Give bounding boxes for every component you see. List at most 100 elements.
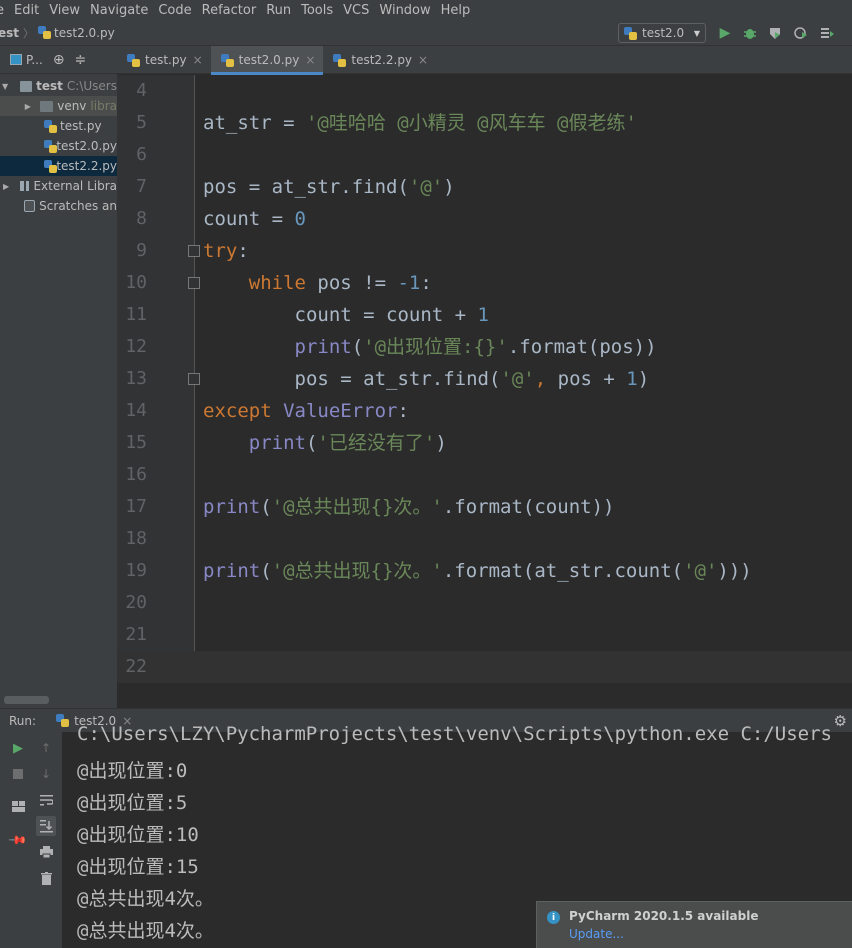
debug-icon[interactable] bbox=[741, 24, 759, 42]
tree-item-root[interactable]: ▼ test C:\Users bbox=[0, 76, 117, 96]
close-icon[interactable]: × bbox=[193, 53, 203, 67]
layout-icon[interactable] bbox=[10, 798, 26, 814]
line-number: 11 bbox=[125, 304, 147, 325]
line-number: 20 bbox=[125, 592, 147, 613]
code-line: count = 0 bbox=[203, 208, 306, 230]
chevron-right-icon: ▶ bbox=[2, 181, 10, 191]
line-number: 21 bbox=[125, 624, 147, 645]
stop-icon[interactable] bbox=[10, 766, 26, 782]
fold-marker-icon[interactable] bbox=[188, 277, 200, 289]
code-line: print('@出现位置:{}'.format(pos)) bbox=[294, 336, 657, 358]
tree-file-label: test2.0.py bbox=[56, 139, 117, 153]
console-line: @出现位置:10 bbox=[77, 824, 199, 846]
tree-item-venv[interactable]: ▶ venv libra bbox=[0, 96, 117, 116]
fold-marker-icon[interactable] bbox=[188, 373, 200, 385]
tree-item-scratches[interactable]: Scratches an bbox=[0, 196, 117, 216]
breadcrumb-separator: 〉 bbox=[23, 26, 35, 40]
menu-help[interactable]: Help bbox=[436, 3, 476, 18]
line-number: 12 bbox=[125, 336, 147, 357]
menu-view[interactable]: View bbox=[44, 3, 85, 18]
project-tree: ▼ test C:\Users ▶ venv libra test.py tes… bbox=[0, 74, 117, 708]
close-icon[interactable]: × bbox=[418, 53, 428, 67]
rerun-icon[interactable]: ▶ bbox=[10, 740, 26, 756]
tree-item-file-selected[interactable]: test2.2.py bbox=[0, 156, 117, 176]
collapse-icon[interactable]: ≑ bbox=[75, 52, 87, 68]
current-line-highlight bbox=[117, 651, 852, 683]
code-line: pos = at_str.find('@') bbox=[203, 176, 455, 198]
soft-wrap-icon[interactable] bbox=[38, 792, 54, 808]
code-line: print('已经没有了') bbox=[248, 432, 447, 454]
breadcrumb-file[interactable]: test2.0.py bbox=[54, 26, 115, 40]
breadcrumb: est 〉 test2.0.py bbox=[0, 25, 115, 41]
code-line: pos = at_str.find('@', pos + 1) bbox=[203, 368, 650, 390]
coverage-icon[interactable] bbox=[766, 24, 784, 42]
chevron-right-icon: ▶ bbox=[24, 101, 31, 111]
python-file-icon bbox=[333, 53, 347, 67]
run-icon[interactable]: ▶ bbox=[716, 24, 734, 42]
console-line: @总共出现4次。 bbox=[77, 888, 214, 910]
folder-icon bbox=[20, 80, 33, 92]
tree-venv-hint: libra bbox=[90, 99, 117, 113]
tab-label: test.py bbox=[145, 53, 187, 67]
horizontal-scrollbar[interactable] bbox=[4, 696, 49, 704]
print-icon[interactable] bbox=[38, 844, 54, 860]
python-file-icon bbox=[44, 119, 57, 133]
folder-icon bbox=[39, 100, 54, 112]
tab-label: test2.2.py bbox=[351, 53, 413, 67]
run-panel-label: Run: bbox=[9, 713, 37, 728]
code-line: try: bbox=[203, 240, 249, 262]
tree-item-file[interactable]: test.py bbox=[0, 116, 117, 136]
code-line: count = count + 1 bbox=[203, 304, 490, 326]
run-configuration-select[interactable]: test2.0 ▼ bbox=[618, 23, 706, 43]
menu-navigate[interactable]: Navigate bbox=[85, 3, 153, 18]
tab-test2-2-py[interactable]: test2.2.py × bbox=[323, 46, 436, 74]
breadcrumb-project[interactable]: est bbox=[0, 26, 19, 40]
scroll-up-icon[interactable]: ↑ bbox=[38, 740, 54, 756]
menu-refactor[interactable]: Refactor bbox=[197, 3, 262, 18]
locate-icon[interactable]: ⊕ bbox=[53, 52, 65, 68]
line-number: 16 bbox=[125, 464, 147, 485]
project-panel-title[interactable]: P... bbox=[26, 53, 43, 67]
project-view-icon[interactable] bbox=[10, 54, 22, 65]
line-number: 13 bbox=[125, 368, 147, 389]
update-link[interactable]: Update... bbox=[569, 927, 624, 941]
line-number: 14 bbox=[125, 400, 147, 421]
line-number: 4 bbox=[136, 80, 147, 101]
scroll-to-end-icon[interactable] bbox=[36, 816, 56, 836]
tree-venv-label: venv bbox=[57, 99, 87, 113]
tree-item-external-libraries[interactable]: ▶ External Libra bbox=[0, 176, 117, 196]
close-icon[interactable]: × bbox=[305, 53, 315, 67]
trash-icon[interactable] bbox=[38, 870, 54, 886]
tab-test-py[interactable]: test.py × bbox=[117, 46, 211, 74]
run-list-icon[interactable] bbox=[818, 24, 836, 42]
tree-scratches-label: Scratches an bbox=[39, 199, 117, 213]
menu-window[interactable]: Window bbox=[374, 3, 435, 18]
tab-label: test2.0.py bbox=[238, 53, 300, 67]
fold-marker-icon[interactable] bbox=[188, 245, 200, 257]
line-number: 8 bbox=[136, 208, 147, 229]
profile-icon[interactable] bbox=[792, 24, 810, 42]
menu-tools[interactable]: Tools bbox=[296, 3, 338, 18]
scroll-down-icon[interactable]: ↓ bbox=[38, 766, 54, 782]
code-line: print('@总共出现{}次。'.format(at_str.count('@… bbox=[203, 560, 752, 582]
python-file-icon bbox=[624, 26, 637, 40]
gear-icon[interactable]: ⚙ bbox=[834, 712, 847, 730]
line-number: 5 bbox=[136, 112, 147, 133]
menu-vcs[interactable]: VCS bbox=[338, 3, 374, 18]
project-panel-header: P... ⊕ ≑ bbox=[0, 46, 117, 74]
menu-run[interactable]: Run bbox=[261, 3, 296, 18]
code-line: at_str = '@哇哈哈 @小精灵 @风车车 @假老练' bbox=[203, 112, 637, 134]
pin-icon[interactable]: 📌 bbox=[7, 829, 30, 852]
tab-test2-0-py[interactable]: test2.0.py × bbox=[210, 46, 324, 75]
menu-edit[interactable]: Edit bbox=[9, 3, 44, 18]
code-line: while pos != -1: bbox=[248, 272, 432, 294]
library-icon bbox=[20, 181, 30, 191]
menu-file[interactable]: e bbox=[0, 3, 9, 18]
console-command: C:\Users\LZY\PycharmProjects\test\venv\S… bbox=[77, 723, 832, 745]
python-file-icon bbox=[127, 53, 140, 67]
line-number: 17 bbox=[125, 496, 147, 517]
menu-code[interactable]: Code bbox=[153, 3, 196, 18]
console-line: @出现位置:0 bbox=[77, 760, 188, 782]
run-toolbar: ▶ 📌 ↑ ↓ bbox=[0, 732, 62, 948]
tree-item-file[interactable]: test2.0.py bbox=[0, 136, 117, 156]
